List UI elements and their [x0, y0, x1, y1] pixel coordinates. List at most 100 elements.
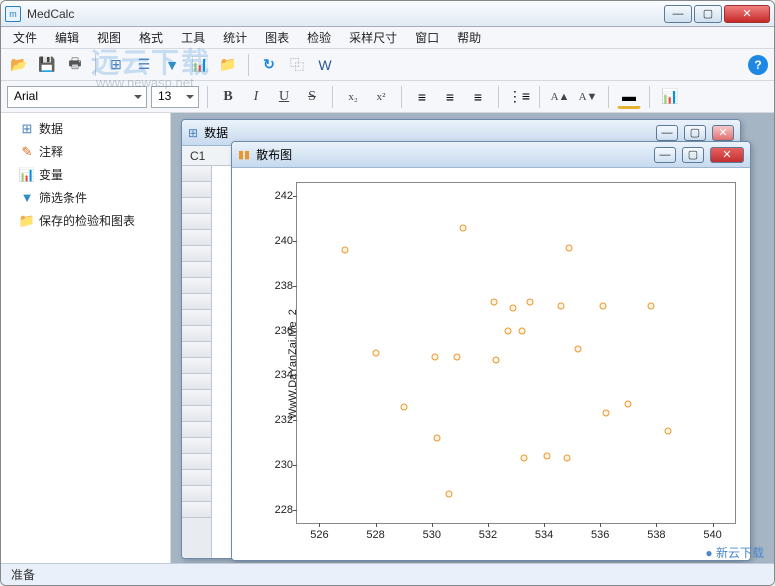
close-button[interactable]: ✕ [724, 5, 770, 23]
align-right-button[interactable]: ≡ [466, 85, 490, 109]
data-point [493, 356, 500, 363]
refresh-icon[interactable]: ↻ [257, 53, 281, 77]
font-family-select[interactable]: Arial [7, 86, 147, 108]
superscript-button[interactable]: x² [369, 86, 393, 108]
data-point [557, 303, 564, 310]
grid-icon: ⊞ [19, 121, 35, 137]
open-icon[interactable]: 📂 [7, 53, 31, 77]
separator [95, 54, 96, 76]
menu-bar: 文件 编辑 视图 格式 工具 统计 图表 检验 采样尺寸 窗口 帮助 [1, 27, 774, 49]
data-point [563, 455, 570, 462]
fill-color-button[interactable]: ▬ [617, 85, 641, 109]
font-size-value: 13 [158, 89, 171, 103]
sidebar: ⊞ 数据 ✎ 注释 📊 变量 ▼ 筛选条件 📁 保存的检验和图表 [1, 113, 171, 563]
data-point [510, 305, 517, 312]
menu-window[interactable]: 窗口 [407, 27, 447, 48]
menu-stats[interactable]: 统计 [215, 27, 255, 48]
data-point [431, 354, 438, 361]
save-icon[interactable]: 💾 [35, 53, 59, 77]
data-window-title: 数据 [204, 124, 228, 141]
separator [207, 86, 208, 108]
menu-edit[interactable]: 编辑 [47, 27, 87, 48]
data-point [341, 247, 348, 254]
align-left-button[interactable]: ≡ [410, 85, 434, 109]
italic-button[interactable]: I [244, 86, 268, 108]
sidebar-item-data[interactable]: ⊞ 数据 [1, 117, 170, 140]
bullets-button[interactable]: ⋮≡ [507, 85, 531, 109]
data-point [647, 303, 654, 310]
bold-button[interactable]: B [216, 86, 240, 108]
chart-format-button[interactable]: 📊 [658, 85, 682, 109]
titlebar: m MedCalc — ▢ ✕ [1, 1, 774, 27]
menu-help[interactable]: 帮助 [449, 27, 489, 48]
chart-window[interactable]: ▮▮ 散布图 — ▢ ✕ WwW.DaYanZai.Me_2 228230232… [231, 141, 751, 561]
chart-window-titlebar[interactable]: ▮▮ 散布图 — ▢ ✕ [232, 142, 750, 168]
chart-minimize-button[interactable]: — [654, 147, 676, 163]
pencil-icon: ✎ [19, 144, 35, 160]
data-point [490, 298, 497, 305]
align-center-button[interactable]: ≡ [438, 85, 462, 109]
cell-reference-value: C1 [190, 149, 205, 163]
data-maximize-button[interactable]: ▢ [684, 125, 706, 141]
filter-icon[interactable]: ▼ [160, 53, 184, 77]
maximize-button[interactable]: ▢ [694, 5, 722, 23]
menu-sample[interactable]: 采样尺寸 [341, 27, 405, 48]
data-minimize-button[interactable]: — [656, 125, 678, 141]
separator [248, 54, 249, 76]
sidebar-item-variables[interactable]: 📊 变量 [1, 163, 170, 186]
chart-window-title: 散布图 [256, 146, 292, 163]
menu-tools[interactable]: 工具 [173, 27, 213, 48]
separator [539, 86, 540, 108]
menu-view[interactable]: 视图 [89, 27, 129, 48]
sidebar-item-saved[interactable]: 📁 保存的检验和图表 [1, 209, 170, 232]
columns-icon[interactable]: ☰ [132, 53, 156, 77]
client-area: ⊞ 数据 ✎ 注释 📊 变量 ▼ 筛选条件 📁 保存的检验和图表 [1, 113, 774, 563]
chart-maximize-button[interactable]: ▢ [682, 147, 704, 163]
separator [498, 86, 499, 108]
folder-icon: 📁 [19, 213, 35, 229]
copy-icon[interactable]: ⿻ [285, 53, 309, 77]
data-point [602, 410, 609, 417]
data-point [566, 244, 573, 251]
font-shrink-button[interactable]: A▼ [576, 86, 600, 108]
data-point [459, 224, 466, 231]
separator [649, 86, 650, 108]
data-point [600, 303, 607, 310]
chart-close-button[interactable]: ✕ [710, 147, 744, 163]
sidebar-item-notes[interactable]: ✎ 注释 [1, 140, 170, 163]
export-word-icon[interactable]: W [313, 53, 337, 77]
mdi-area: ⊞ 数据 — ▢ ✕ C1 [171, 113, 774, 563]
menu-file[interactable]: 文件 [5, 27, 45, 48]
minimize-button[interactable]: — [664, 5, 692, 23]
print-icon[interactable]: 🖶 [63, 53, 87, 77]
sidebar-item-filter[interactable]: ▼ 筛选条件 [1, 186, 170, 209]
chart-icon[interactable]: 📊 [188, 53, 212, 77]
font-size-select[interactable]: 13 [151, 86, 199, 108]
grid-icon[interactable]: ⊞ [104, 53, 128, 77]
folder-icon[interactable]: 📁 [216, 53, 240, 77]
separator [332, 86, 333, 108]
subscript-button[interactable]: x₂ [341, 86, 365, 108]
data-point [445, 490, 452, 497]
data-point [454, 354, 461, 361]
data-point [434, 435, 441, 442]
funnel-icon: ▼ [19, 190, 35, 206]
data-close-button[interactable]: ✕ [712, 125, 734, 141]
sidebar-item-label: 保存的检验和图表 [39, 212, 135, 229]
data-point [574, 345, 581, 352]
chevron-down-icon [134, 95, 142, 103]
font-grow-button[interactable]: A▲ [548, 86, 572, 108]
main-window: m MedCalc — ▢ ✕ 文件 编辑 视图 格式 工具 统计 图表 检验 … [0, 0, 775, 586]
chart-canvas[interactable]: WwW.DaYanZai.Me_2 2282302322342362382402… [232, 168, 750, 560]
underline-button[interactable]: U [272, 86, 296, 108]
strike-button[interactable]: S [300, 86, 324, 108]
help-icon[interactable]: ? [748, 55, 768, 75]
menu-format[interactable]: 格式 [131, 27, 171, 48]
menu-tests[interactable]: 检验 [299, 27, 339, 48]
separator [401, 86, 402, 108]
menu-charts[interactable]: 图表 [257, 27, 297, 48]
app-icon: m [5, 6, 21, 22]
data-point [372, 350, 379, 357]
data-point [504, 327, 511, 334]
sidebar-item-label: 变量 [39, 166, 63, 183]
